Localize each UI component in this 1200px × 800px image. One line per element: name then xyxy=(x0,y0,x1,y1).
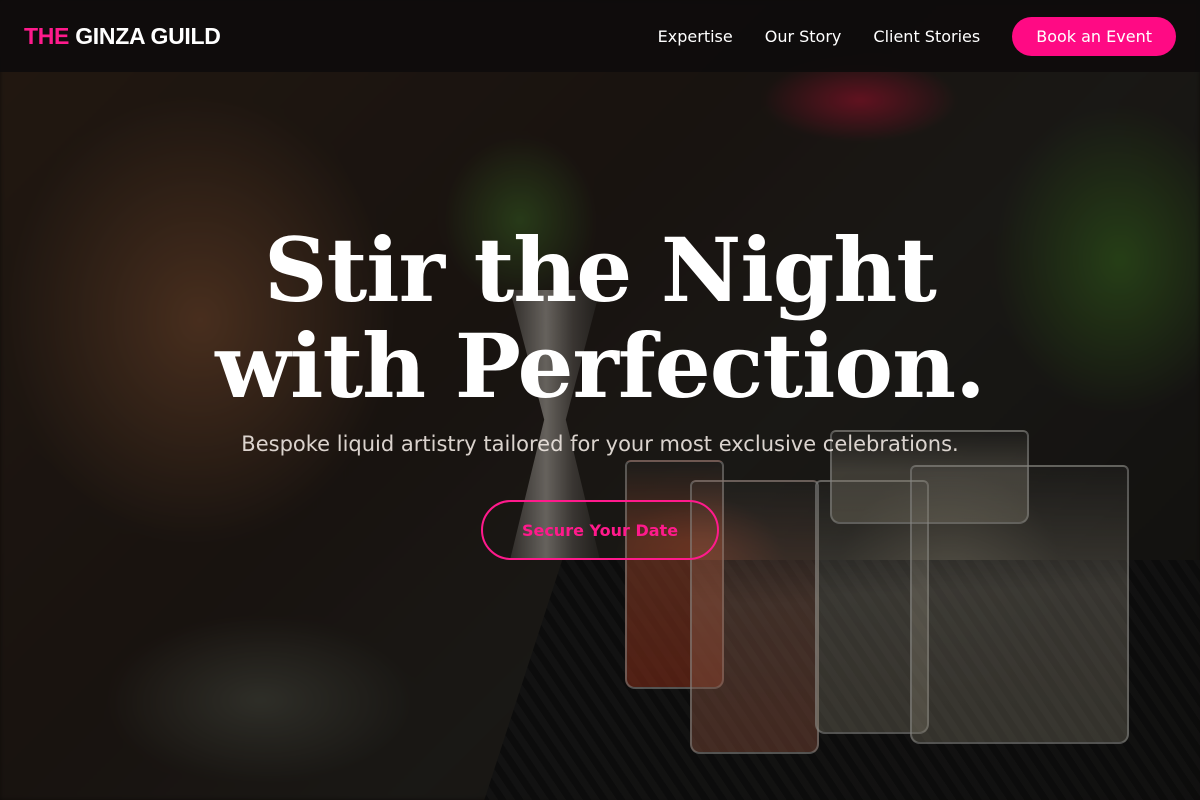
hero-subheadline: Bespoke liquid artistry tailored for you… xyxy=(241,432,959,456)
top-navbar: THE GINZA GUILD Expertise Our Story Clie… xyxy=(0,0,1200,72)
book-event-button[interactable]: Book an Event xyxy=(1012,16,1176,56)
secure-date-button[interactable]: Secure Your Date xyxy=(481,500,719,560)
hero-headline: Stir the Night with Perfection. xyxy=(0,222,1200,414)
headline-line-1: Stir the Night xyxy=(264,218,937,322)
nav-link-client-stories[interactable]: Client Stories xyxy=(873,27,980,46)
logo-accent: THE xyxy=(24,22,70,49)
headline-line-2: with Perfection. xyxy=(215,314,985,418)
nav-links: Expertise Our Story Client Stories Book … xyxy=(658,16,1176,56)
logo-text: GINZA GUILD xyxy=(75,22,221,49)
site-logo[interactable]: THE GINZA GUILD xyxy=(24,23,221,50)
page: THE GINZA GUILD Expertise Our Story Clie… xyxy=(0,0,1200,800)
nav-link-our-story[interactable]: Our Story xyxy=(765,27,842,46)
nav-link-expertise[interactable]: Expertise xyxy=(658,27,733,46)
hero-section: Stir the Night with Perfection. Bespoke … xyxy=(0,222,1200,560)
